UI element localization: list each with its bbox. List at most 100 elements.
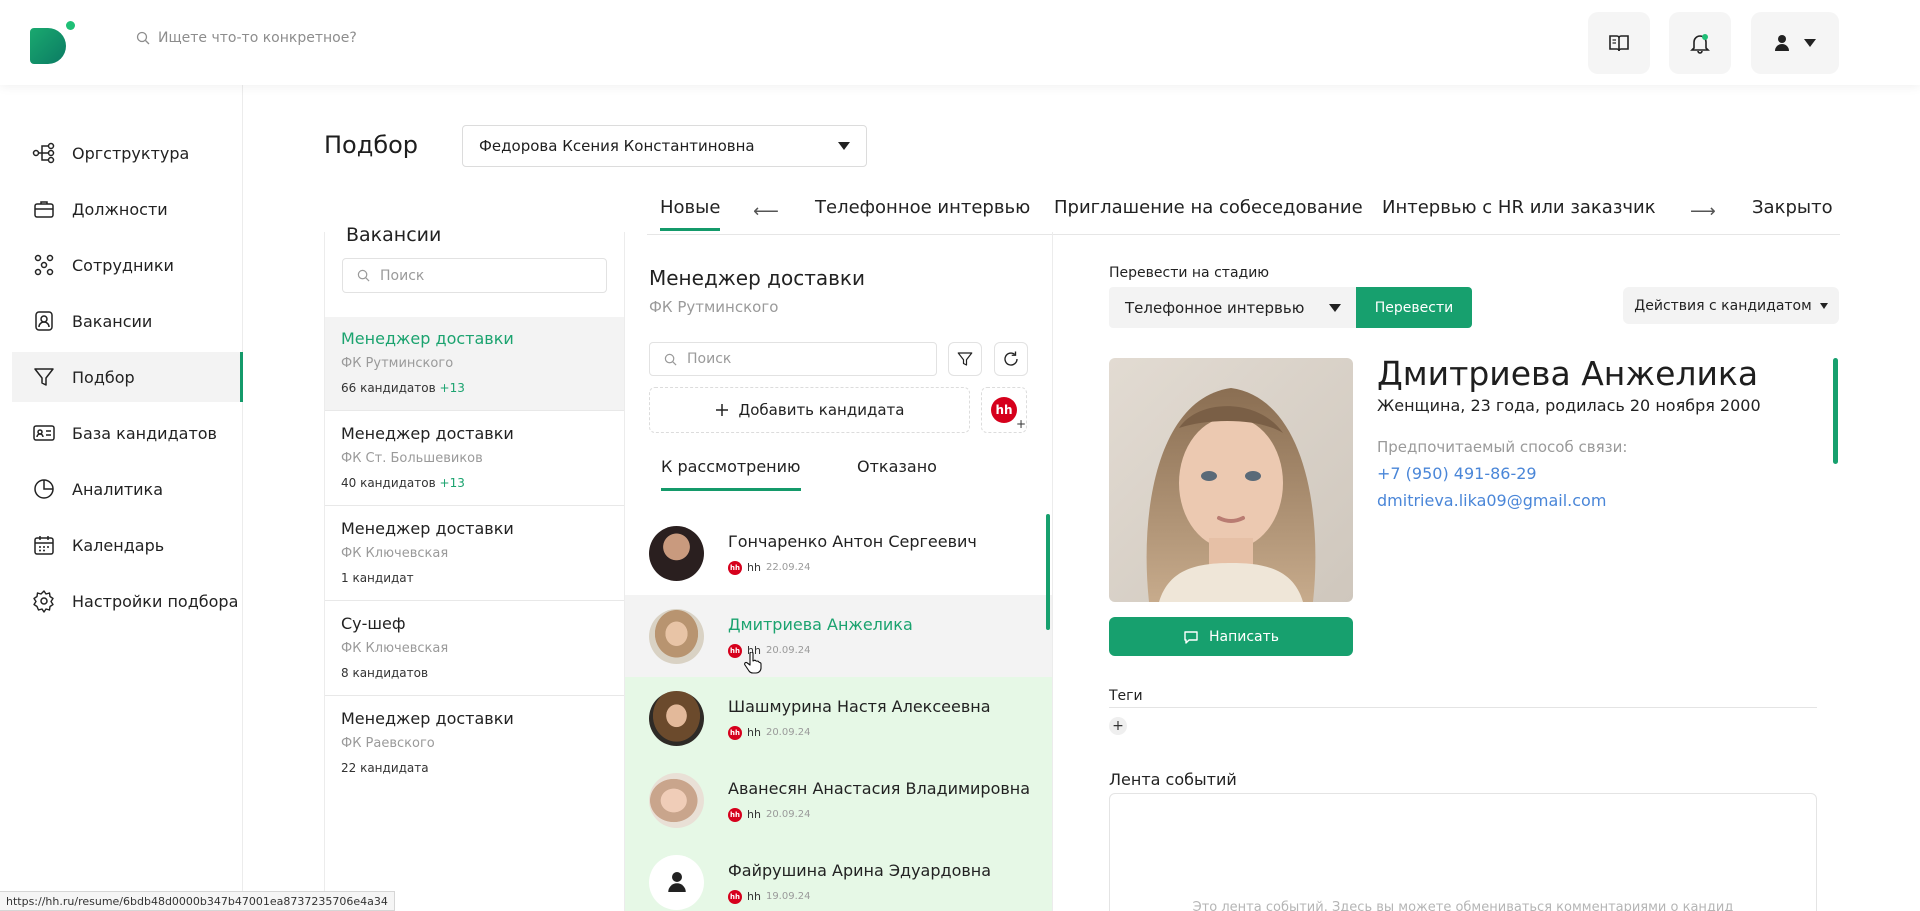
vacancy-item[interactable]: Су-шеф ФК Ключевская 8 кандидатов	[325, 602, 625, 696]
chevron-down-icon	[838, 142, 850, 150]
sidebar-item-org-structure[interactable]: Оргструктура	[12, 128, 243, 178]
vacancy-new-count: +13	[439, 476, 465, 490]
candidate-row[interactable]: Файрушина Арина Эдуардовна hh hh 19.09.24	[625, 841, 1052, 911]
hand-cursor-icon	[744, 652, 762, 674]
vacancy-item[interactable]: Менеджер доставки ФК Раевского 22 кандид…	[325, 697, 625, 791]
vacancy-count: 40 кандидатов	[341, 476, 436, 490]
search-icon	[357, 269, 370, 282]
tab-new[interactable]: Новые	[660, 197, 721, 231]
stage-tabs: Новые ⟵ Телефонное интервью Приглашение …	[647, 185, 1840, 235]
sidebar-item-recruitment[interactable]: Подбор	[12, 352, 243, 402]
sidebar-item-label: База кандидатов	[72, 423, 217, 443]
sidebar-item-analytics[interactable]: Аналитика	[12, 464, 243, 514]
hh-logo-icon: hh	[728, 889, 742, 904]
move-stage-label: Перевести на стадию	[1109, 265, 1270, 281]
tab-invitation[interactable]: Приглашение на собеседование	[1054, 197, 1363, 218]
user-menu-button[interactable]	[1751, 12, 1839, 74]
vacancy-item[interactable]: Менеджер доставки ФК Ключевская 1 кандид…	[325, 507, 625, 601]
notifications-button[interactable]	[1669, 12, 1731, 74]
vacancy-search-input[interactable]: Поиск	[342, 258, 607, 293]
link-status-bar: https://hh.ru/resume/6bdb48d0000b347b470…	[0, 891, 395, 911]
vacancy-count: 8 кандидатов	[341, 666, 429, 680]
detail-scrollbar[interactable]	[1833, 358, 1838, 464]
gear-icon	[33, 590, 54, 613]
vacancy-item[interactable]: Менеджер доставки ФК Рутминского 66 канд…	[325, 317, 625, 411]
vacancy-count: 66 кандидатов	[341, 381, 436, 395]
vacancy-name: Менеджер доставки	[341, 709, 514, 728]
candidate-name: Файрушина Арина Эдуардовна	[728, 860, 992, 880]
chevron-down-icon	[1804, 39, 1816, 47]
candidate-phone-link[interactable]: +7 (950) 491-86-29	[1377, 464, 1537, 483]
add-candidate-button[interactable]: Добавить кандидата	[649, 387, 970, 433]
vacancy-new-count: +13	[439, 381, 465, 395]
sidebar-item-candidate-base[interactable]: База кандидатов	[12, 408, 243, 458]
filter-button[interactable]	[948, 342, 982, 376]
candidate-row[interactable]: Аванесян Анастасия Владимировна hh hh 20.0…	[625, 759, 1052, 841]
chat-icon	[1184, 630, 1198, 644]
avatar	[649, 690, 704, 746]
move-stage-button[interactable]: Перевести	[1356, 287, 1472, 328]
vacancy-item[interactable]: Менеджер доставки ФК Ст. Большевиков 40 …	[325, 412, 625, 506]
candidate-email-link[interactable]: dmitrieva.lika09@gmail.com	[1377, 491, 1606, 510]
sidebar-item-positions[interactable]: Должности	[12, 184, 243, 234]
knowledge-base-button[interactable]	[1588, 12, 1650, 74]
tab-closed[interactable]: Закрыто	[1752, 197, 1833, 218]
candidate-date: 22.09.24	[765, 562, 811, 573]
candidate-row[interactable]: Гончаренко Антон Сергеевич hh hh 22.09.24	[625, 512, 1052, 594]
tab-under-review[interactable]: К рассмотрению	[661, 457, 801, 491]
top-bar: Ищете что-то конкретное?	[0, 0, 1920, 85]
hh-logo-icon: hh	[728, 643, 742, 658]
sidebar-item-vacancies[interactable]: Вакансии	[12, 296, 243, 346]
write-message-button[interactable]: Написать	[1109, 617, 1353, 656]
avatar	[649, 608, 704, 664]
candidate-source: hh	[747, 808, 761, 821]
pie-chart-icon	[34, 479, 54, 499]
candidate-source: hh	[747, 890, 761, 903]
tab-rejected[interactable]: Отказано	[857, 457, 937, 488]
sidebar-item-calendar[interactable]: Календарь	[12, 520, 243, 570]
candidate-source: hh	[747, 561, 761, 574]
candidate-date: 19.09.24	[765, 891, 811, 902]
candidate-search-input[interactable]: Поиск	[649, 342, 937, 376]
candidate-detail: Перевести на стадию Телефонное интервью …	[1053, 232, 1920, 911]
sidebar-item-label: Должности	[72, 199, 168, 219]
funnel-icon	[34, 368, 54, 386]
chevron-down-icon	[1329, 303, 1341, 312]
vacancy-name: Менеджер доставки	[341, 329, 514, 348]
event-feed[interactable]: Это лента событий. Здесь вы можете обмен…	[1109, 793, 1817, 911]
candidates-panel: Менеджер доставки ФК Рутминского Поиск Д…	[624, 232, 1053, 911]
recruiter-select[interactable]: Федорова Ксения Константиновна	[462, 125, 867, 167]
filter-icon	[957, 352, 973, 366]
search-icon	[664, 353, 677, 365]
vacancy-company: ФК Ключевская	[341, 641, 449, 656]
book-icon	[1609, 35, 1629, 52]
global-search-placeholder: Ищете что-то конкретное?	[158, 30, 357, 46]
arrow-right-icon[interactable]: ⟶	[1690, 201, 1716, 222]
tab-hr-interview[interactable]: Интервью с HR или заказчик	[1382, 197, 1656, 218]
candidate-list-scrollbar[interactable]	[1046, 514, 1050, 630]
sidebar-item-label: Оргструктура	[72, 143, 190, 163]
refresh-button[interactable]	[994, 342, 1028, 376]
sidebar-item-label: Календарь	[72, 535, 165, 555]
vacancies-panel: Вакансии Поиск Менеджер доставки ФК Рутм…	[324, 224, 625, 911]
candidate-actions-button[interactable]: Действия с кандидатом	[1623, 287, 1839, 324]
move-stage-select[interactable]: Телефонное интервью	[1109, 287, 1357, 328]
vacancy-company: ФК Рутминского	[341, 356, 454, 371]
tab-phone-interview[interactable]: Телефонное интервью	[815, 197, 1030, 218]
hh-logo-icon: hh	[728, 807, 742, 822]
calendar-icon	[34, 536, 54, 555]
import-from-hh-button[interactable]: hh +	[981, 387, 1027, 433]
candidate-name: Шашмурина Настя Алексеевна	[728, 696, 991, 716]
candidate-row[interactable]: Шашмурина Настя Алексеевна hh hh 20.09.24	[625, 677, 1052, 759]
app-logo[interactable]	[30, 21, 75, 64]
candidate-date: 20.09.24	[765, 727, 811, 738]
arrow-left-icon[interactable]: ⟵	[753, 201, 779, 222]
candidate-date: 20.09.24	[765, 809, 811, 820]
sidebar-item-recruitment-settings[interactable]: Настройки подбора	[12, 576, 243, 626]
employees-icon	[34, 254, 54, 276]
sidebar-item-employees[interactable]: Сотрудники	[12, 240, 243, 290]
global-search[interactable]: Ищете что-то конкретное?	[136, 30, 357, 46]
add-tag-button[interactable]: +	[1109, 717, 1127, 735]
candidate-row[interactable]: Дмитриева Анжелика hh hh 20.09.24	[625, 595, 1052, 677]
plus-icon	[715, 404, 728, 416]
